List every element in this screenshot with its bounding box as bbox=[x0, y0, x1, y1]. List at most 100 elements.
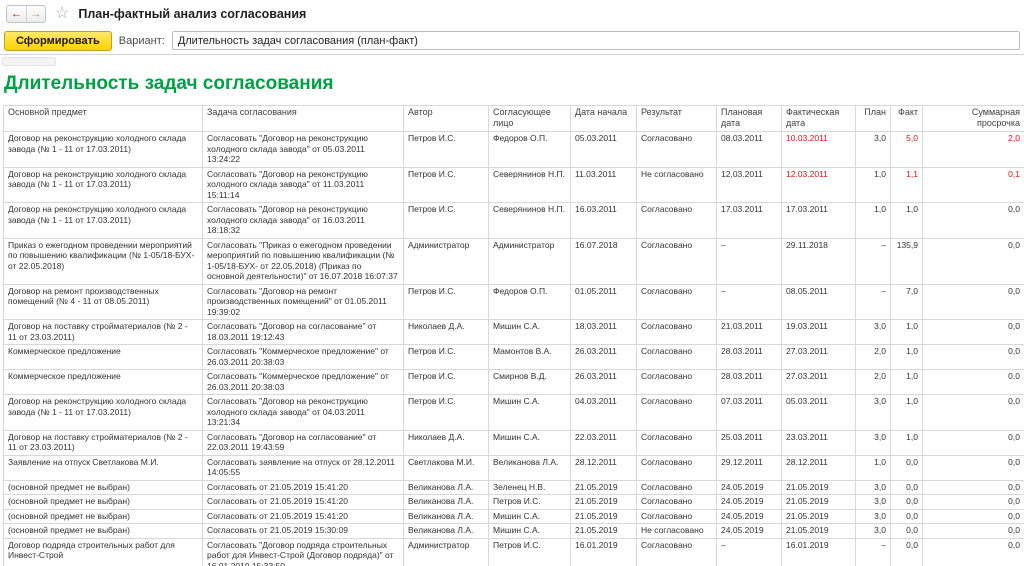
cell-plan[interactable]: – bbox=[855, 283, 891, 320]
favorite-star-icon[interactable]: ☆ bbox=[55, 6, 69, 22]
cell-result[interactable]: Согласовано bbox=[636, 319, 717, 345]
cell-start_date[interactable]: 16.07.2018 bbox=[570, 237, 637, 285]
cell-task[interactable]: Согласовать "Договор на реконструкцию хо… bbox=[202, 166, 404, 203]
cell-approver[interactable]: Мишин С.А. bbox=[488, 429, 571, 456]
cell-approver[interactable]: Зеленец Н.В. bbox=[488, 479, 571, 495]
cell-overdue[interactable]: 0,0 bbox=[922, 369, 1024, 395]
cell-approver[interactable]: Мишин С.А. bbox=[488, 319, 571, 345]
cell-task[interactable]: Согласовать от 21.05.2019 15:41:20 bbox=[202, 508, 404, 524]
cell-overdue[interactable]: 0,0 bbox=[922, 537, 1024, 566]
cell-start_date[interactable]: 22.03.2011 bbox=[570, 429, 637, 456]
cell-result[interactable]: Согласовано bbox=[636, 479, 717, 495]
cell-overdue[interactable]: 0,0 bbox=[922, 319, 1024, 345]
cell-result[interactable]: Согласовано bbox=[636, 537, 717, 566]
cell-start_date[interactable]: 21.05.2019 bbox=[570, 479, 637, 495]
cell-approver[interactable]: Смирнов В.Д. bbox=[488, 369, 571, 395]
cell-author[interactable]: Николаев Д.А. bbox=[403, 429, 489, 456]
cell-approver[interactable]: Северянинов Н.П. bbox=[488, 166, 571, 203]
cell-approver[interactable]: Федоров О.П. bbox=[488, 283, 571, 320]
cell-subject[interactable]: Договор на реконструкцию холодного склад… bbox=[3, 166, 203, 203]
cell-result[interactable]: Согласовано bbox=[636, 508, 717, 524]
cell-plan_date[interactable]: – bbox=[716, 283, 782, 320]
cell-start_date[interactable]: 18.03.2011 bbox=[570, 319, 637, 345]
cell-fact_date[interactable]: 08.05.2011 bbox=[781, 283, 856, 320]
cell-approver[interactable]: Петров И.С. bbox=[488, 494, 571, 510]
cell-plan_date[interactable]: – bbox=[716, 537, 782, 566]
cell-fact[interactable]: 1,1 bbox=[890, 166, 923, 203]
cell-plan_date[interactable]: 24.05.2019 bbox=[716, 508, 782, 524]
cell-plan_date[interactable]: – bbox=[716, 237, 782, 285]
cell-author[interactable]: Великанова Л.А. bbox=[403, 523, 489, 539]
cell-subject[interactable]: Договор на реконструкцию холодного склад… bbox=[3, 394, 203, 431]
cell-plan_date[interactable]: 25.03.2011 bbox=[716, 429, 782, 456]
cell-approver[interactable]: Великанова Л.А. bbox=[488, 454, 571, 481]
cell-plan_date[interactable]: 12.03.2011 bbox=[716, 166, 782, 203]
cell-fact_date[interactable]: 10.03.2011 bbox=[781, 131, 856, 168]
cell-overdue[interactable]: 0,0 bbox=[922, 523, 1024, 539]
cell-fact[interactable]: 1,0 bbox=[890, 319, 923, 345]
cell-approver[interactable]: Мишин С.А. bbox=[488, 523, 571, 539]
cell-author[interactable]: Администратор bbox=[403, 237, 489, 285]
cell-fact[interactable]: 1,0 bbox=[890, 394, 923, 431]
cell-overdue[interactable]: 0,0 bbox=[922, 429, 1024, 456]
cell-plan[interactable]: 1,0 bbox=[855, 202, 891, 239]
cell-fact[interactable]: 1,0 bbox=[890, 202, 923, 239]
cell-subject[interactable]: Договор на реконструкцию холодного склад… bbox=[3, 202, 203, 239]
cell-result[interactable]: Согласовано bbox=[636, 202, 717, 239]
cell-subject[interactable]: Договор на поставку стройматериалов (№ 2… bbox=[3, 319, 203, 345]
cell-plan[interactable]: 3,0 bbox=[855, 479, 891, 495]
cell-plan[interactable]: 3,0 bbox=[855, 131, 891, 168]
cell-plan[interactable]: – bbox=[855, 237, 891, 285]
cell-task[interactable]: Согласовать "Договор на согласование" от… bbox=[202, 319, 404, 345]
cell-approver[interactable]: Петров И.С. bbox=[488, 537, 571, 566]
cell-subject[interactable]: Договор на реконструкцию холодного склад… bbox=[3, 131, 203, 168]
cell-overdue[interactable]: 0,0 bbox=[922, 202, 1024, 239]
cell-plan_date[interactable]: 24.05.2019 bbox=[716, 479, 782, 495]
cell-author[interactable]: Великанова Л.А. bbox=[403, 479, 489, 495]
cell-result[interactable]: Согласовано bbox=[636, 454, 717, 481]
cell-approver[interactable]: Мишин С.А. bbox=[488, 508, 571, 524]
cell-approver[interactable]: Федоров О.П. bbox=[488, 131, 571, 168]
cell-fact[interactable]: 0,0 bbox=[890, 454, 923, 481]
cell-fact_date[interactable]: 17.03.2011 bbox=[781, 202, 856, 239]
cell-plan[interactable]: – bbox=[855, 537, 891, 566]
cell-task[interactable]: Согласовать "Коммерческое предложение" о… bbox=[202, 344, 404, 370]
cell-overdue[interactable]: 0,0 bbox=[922, 283, 1024, 320]
cell-subject[interactable]: (основной предмет не выбран) bbox=[3, 523, 203, 539]
cell-overdue[interactable]: 0,1 bbox=[922, 166, 1024, 203]
cell-task[interactable]: Согласовать "Договор на согласование" от… bbox=[202, 429, 404, 456]
cell-task[interactable]: Согласовать от 21.05.2019 15:41:20 bbox=[202, 479, 404, 495]
cell-fact_date[interactable]: 21.05.2019 bbox=[781, 523, 856, 539]
cell-plan[interactable]: 1,0 bbox=[855, 454, 891, 481]
cell-fact[interactable]: 1,0 bbox=[890, 344, 923, 370]
back-button[interactable]: ← bbox=[7, 6, 26, 22]
cell-plan[interactable]: 1,0 bbox=[855, 166, 891, 203]
cell-fact_date[interactable]: 23.03.2011 bbox=[781, 429, 856, 456]
cell-start_date[interactable]: 16.01.2019 bbox=[570, 537, 637, 566]
cell-result[interactable]: Не согласовано bbox=[636, 523, 717, 539]
cell-fact_date[interactable]: 19.03.2011 bbox=[781, 319, 856, 345]
cell-fact[interactable]: 1,0 bbox=[890, 369, 923, 395]
cell-start_date[interactable]: 05.03.2011 bbox=[570, 131, 637, 168]
cell-author[interactable]: Светлакова М.И. bbox=[403, 454, 489, 481]
cell-plan[interactable]: 3,0 bbox=[855, 429, 891, 456]
cell-result[interactable]: Согласовано bbox=[636, 131, 717, 168]
cell-task[interactable]: Согласовать "Коммерческое предложение" о… bbox=[202, 369, 404, 395]
cell-plan_date[interactable]: 28.03.2011 bbox=[716, 369, 782, 395]
cell-result[interactable]: Согласовано bbox=[636, 237, 717, 285]
cell-task[interactable]: Согласовать "Договор подряда строительны… bbox=[202, 537, 404, 566]
cell-start_date[interactable]: 21.05.2019 bbox=[570, 523, 637, 539]
cell-plan_date[interactable]: 24.05.2019 bbox=[716, 523, 782, 539]
cell-start_date[interactable]: 11.03.2011 bbox=[570, 166, 637, 203]
cell-plan[interactable]: 2,0 bbox=[855, 344, 891, 370]
cell-fact_date[interactable]: 27.03.2011 bbox=[781, 369, 856, 395]
cell-start_date[interactable]: 26.03.2011 bbox=[570, 344, 637, 370]
cell-approver[interactable]: Администратор bbox=[488, 237, 571, 285]
cell-start_date[interactable]: 01.05.2011 bbox=[570, 283, 637, 320]
cell-plan_date[interactable]: 29.12.2011 bbox=[716, 454, 782, 481]
cell-plan_date[interactable]: 21.03.2011 bbox=[716, 319, 782, 345]
cell-plan_date[interactable]: 07.03.2011 bbox=[716, 394, 782, 431]
cell-task[interactable]: Согласовать "Договор на реконструкцию хо… bbox=[202, 394, 404, 431]
forward-button[interactable]: → bbox=[26, 6, 45, 22]
cell-plan[interactable]: 3,0 bbox=[855, 508, 891, 524]
